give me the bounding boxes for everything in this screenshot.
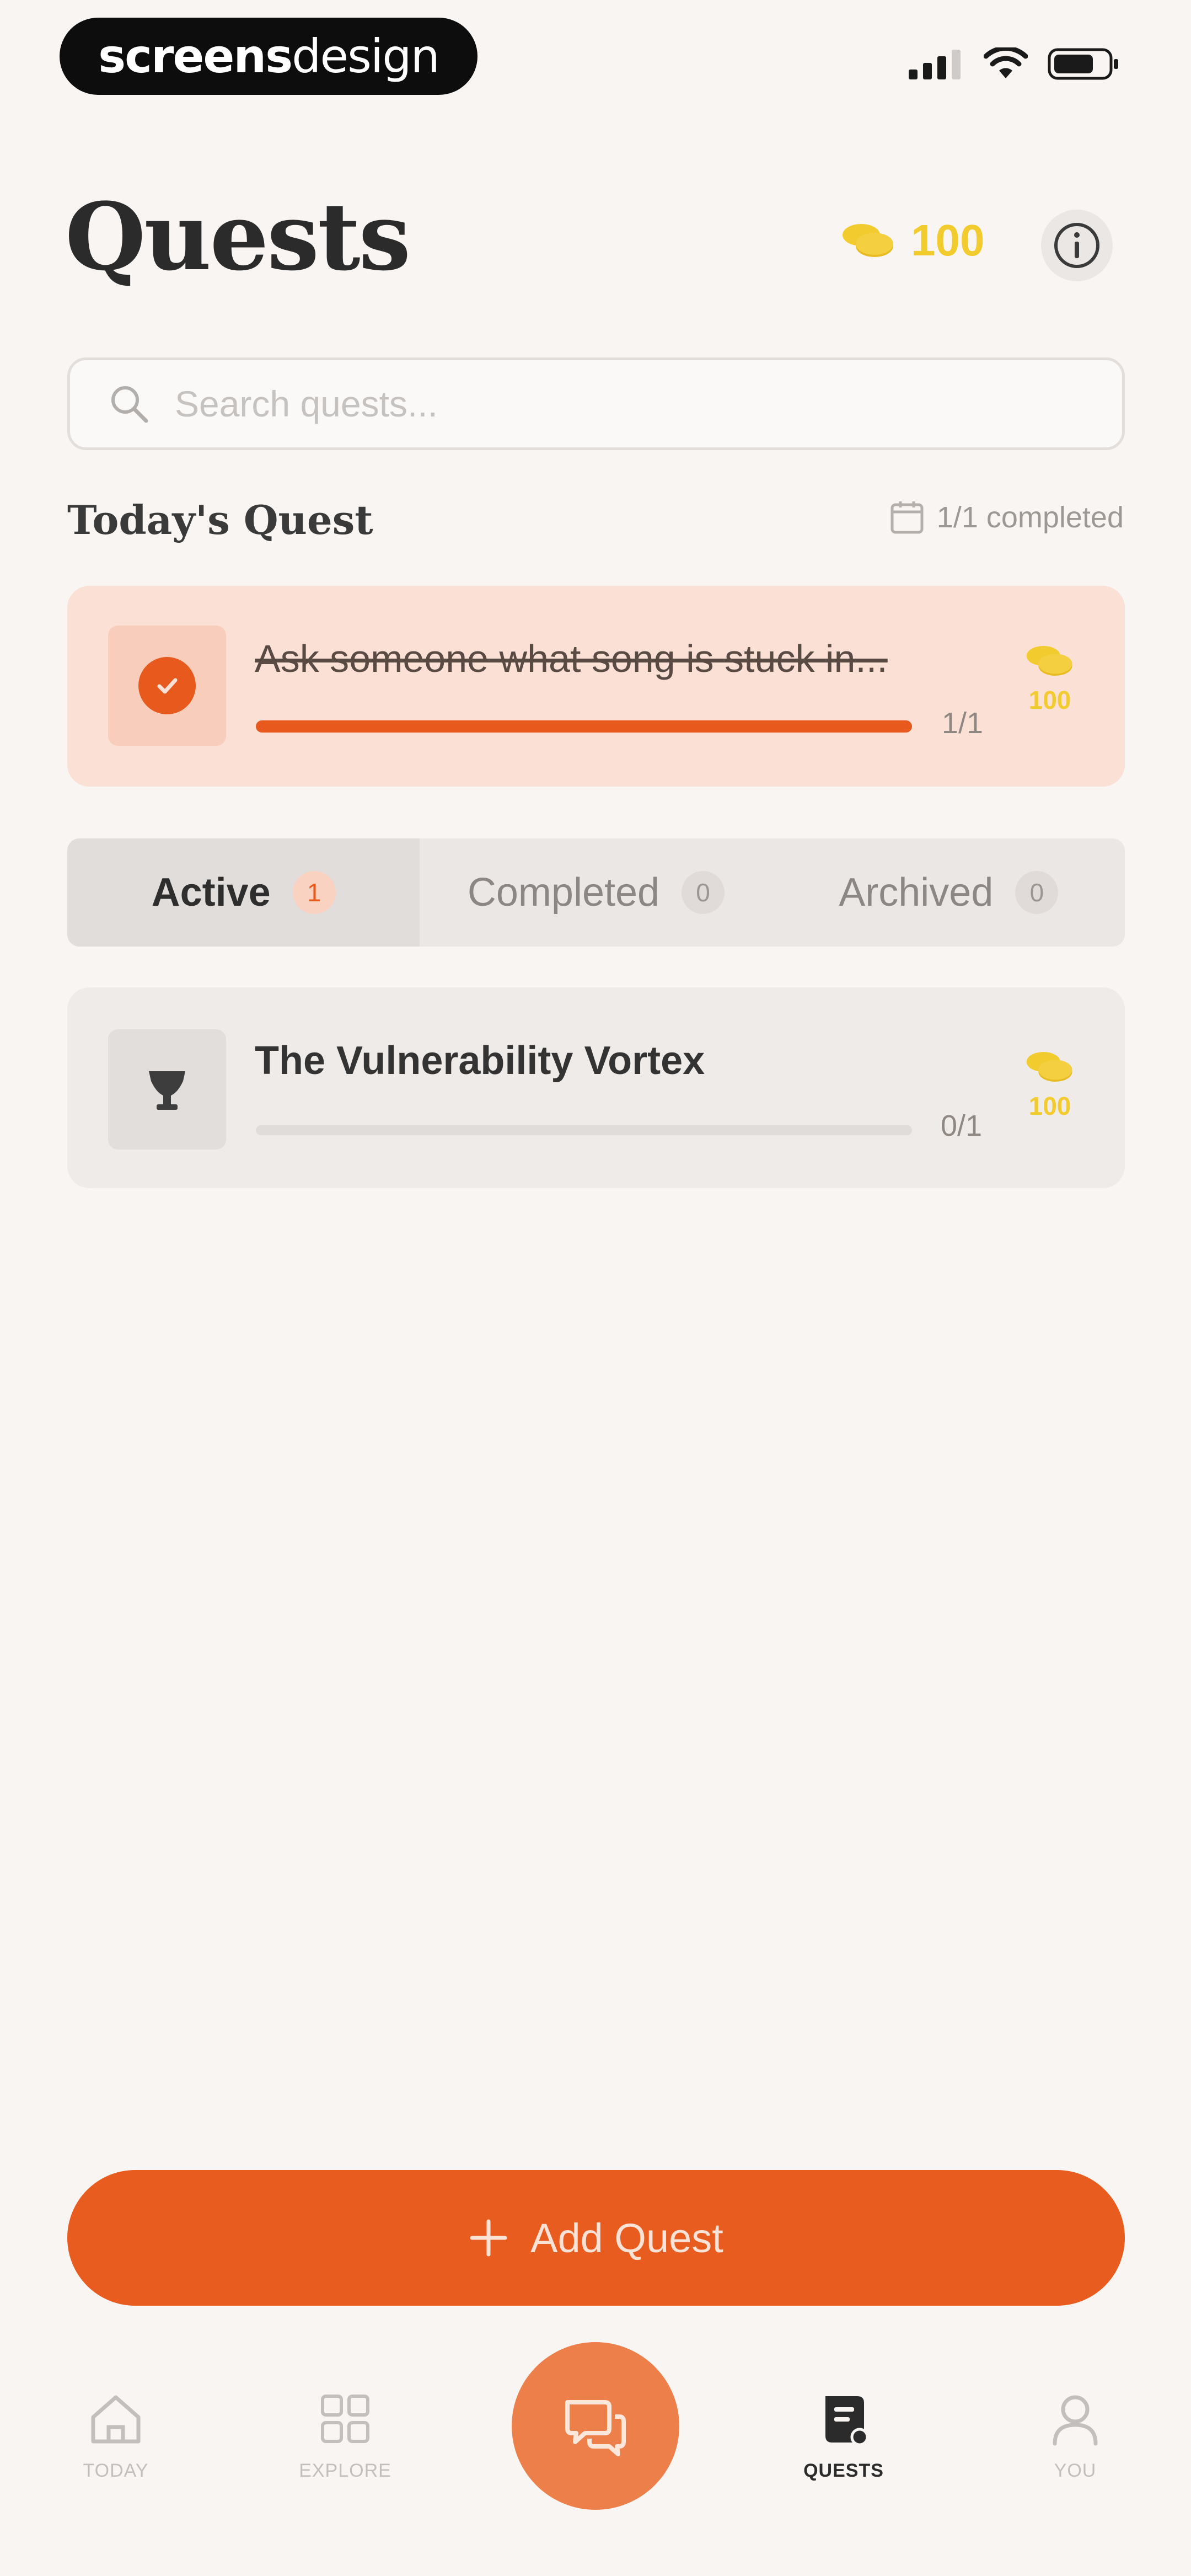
- coins-icon: [843, 224, 893, 257]
- nav-quests[interactable]: QUESTS: [783, 2388, 904, 2482]
- quest-title: The Vulnerability Vortex: [255, 1039, 705, 1083]
- quest-progress-text: 0/1: [941, 1109, 983, 1142]
- add-quest-button[interactable]: Add Quest: [67, 2170, 1125, 2306]
- signal-icon: [909, 50, 961, 79]
- chat-bubbles-icon: [565, 2400, 626, 2456]
- nav-label: EXPLORE: [299, 2460, 391, 2481]
- coin-balance: 100: [838, 215, 984, 266]
- quest-filter-tabs: Active 1 Completed 0 Archived 0: [67, 838, 1125, 947]
- tab-archived[interactable]: Archived 0: [772, 838, 1125, 947]
- nav-label: QUESTS: [803, 2460, 884, 2481]
- todays-completed-status: 1/1 completed: [889, 500, 1124, 535]
- tab-label: Archived: [839, 870, 994, 915]
- grid-icon: [321, 2395, 369, 2443]
- quest-progress-bar: [256, 1125, 912, 1135]
- quest-card[interactable]: The Vulnerability Vortex 0/1 100: [67, 987, 1125, 1188]
- tab-count-badge: 1: [292, 871, 336, 914]
- brand-bold-text: screens: [98, 29, 293, 83]
- brand-light-text: design: [292, 29, 440, 83]
- tab-completed[interactable]: Completed 0: [420, 838, 772, 947]
- page-title: Quests: [65, 182, 411, 291]
- search-icon: [111, 386, 148, 423]
- todays-quest-heading: Today's Quest: [67, 496, 373, 543]
- quest-reward: 100: [1022, 1047, 1077, 1121]
- nav-explore[interactable]: EXPLORE: [285, 2388, 406, 2482]
- quest-scroll-icon: [825, 2396, 869, 2446]
- wifi-icon: [984, 47, 1028, 78]
- plus-icon: [470, 2219, 507, 2257]
- completed-label: 1/1 completed: [936, 501, 1124, 534]
- tab-active[interactable]: Active 1: [67, 838, 420, 947]
- quest-icon-box: [108, 1029, 226, 1150]
- coins-icon: [1026, 1052, 1072, 1082]
- search-input[interactable]: [174, 382, 1058, 425]
- nav-label: TODAY: [83, 2460, 149, 2481]
- add-quest-label: Add Quest: [530, 2215, 723, 2261]
- info-icon: [1054, 223, 1099, 268]
- screensdesign-logo: screens design: [60, 18, 478, 95]
- todays-quest-progress-bar: [256, 720, 912, 733]
- tab-label: Active: [151, 870, 271, 915]
- todays-quest-progress-text: 1/1: [942, 707, 984, 740]
- status-icons: [909, 47, 1119, 81]
- info-button[interactable]: [1041, 210, 1113, 281]
- todays-quest-progress-fill: [256, 720, 912, 733]
- calendar-icon: [890, 501, 924, 534]
- reward-amount: 100: [1028, 686, 1071, 714]
- tab-count-badge: 0: [682, 871, 725, 914]
- chat-button[interactable]: [512, 2342, 679, 2510]
- home-icon: [91, 2395, 141, 2444]
- nav-you[interactable]: YOU: [1015, 2388, 1136, 2482]
- quest-status-box: [108, 626, 226, 746]
- nav-today[interactable]: TODAY: [55, 2388, 176, 2482]
- nav-label: YOU: [1054, 2460, 1097, 2481]
- todays-quest-title: Ask someone what song is stuck in...: [255, 637, 888, 680]
- tab-label: Completed: [467, 870, 660, 915]
- check-circle-icon: [138, 657, 196, 714]
- reward-amount: 100: [1028, 1092, 1071, 1120]
- profile-icon: [1053, 2395, 1098, 2446]
- trophy-icon: [149, 1071, 185, 1110]
- todays-quest-card[interactable]: Ask someone what song is stuck in... 1/1…: [67, 586, 1125, 787]
- battery-icon: [1048, 48, 1118, 80]
- coins-icon: [1026, 646, 1072, 676]
- search-bar[interactable]: [67, 357, 1125, 450]
- coin-count: 100: [911, 216, 985, 265]
- tab-count-badge: 0: [1015, 871, 1059, 914]
- todays-quest-reward: 100: [1022, 641, 1077, 715]
